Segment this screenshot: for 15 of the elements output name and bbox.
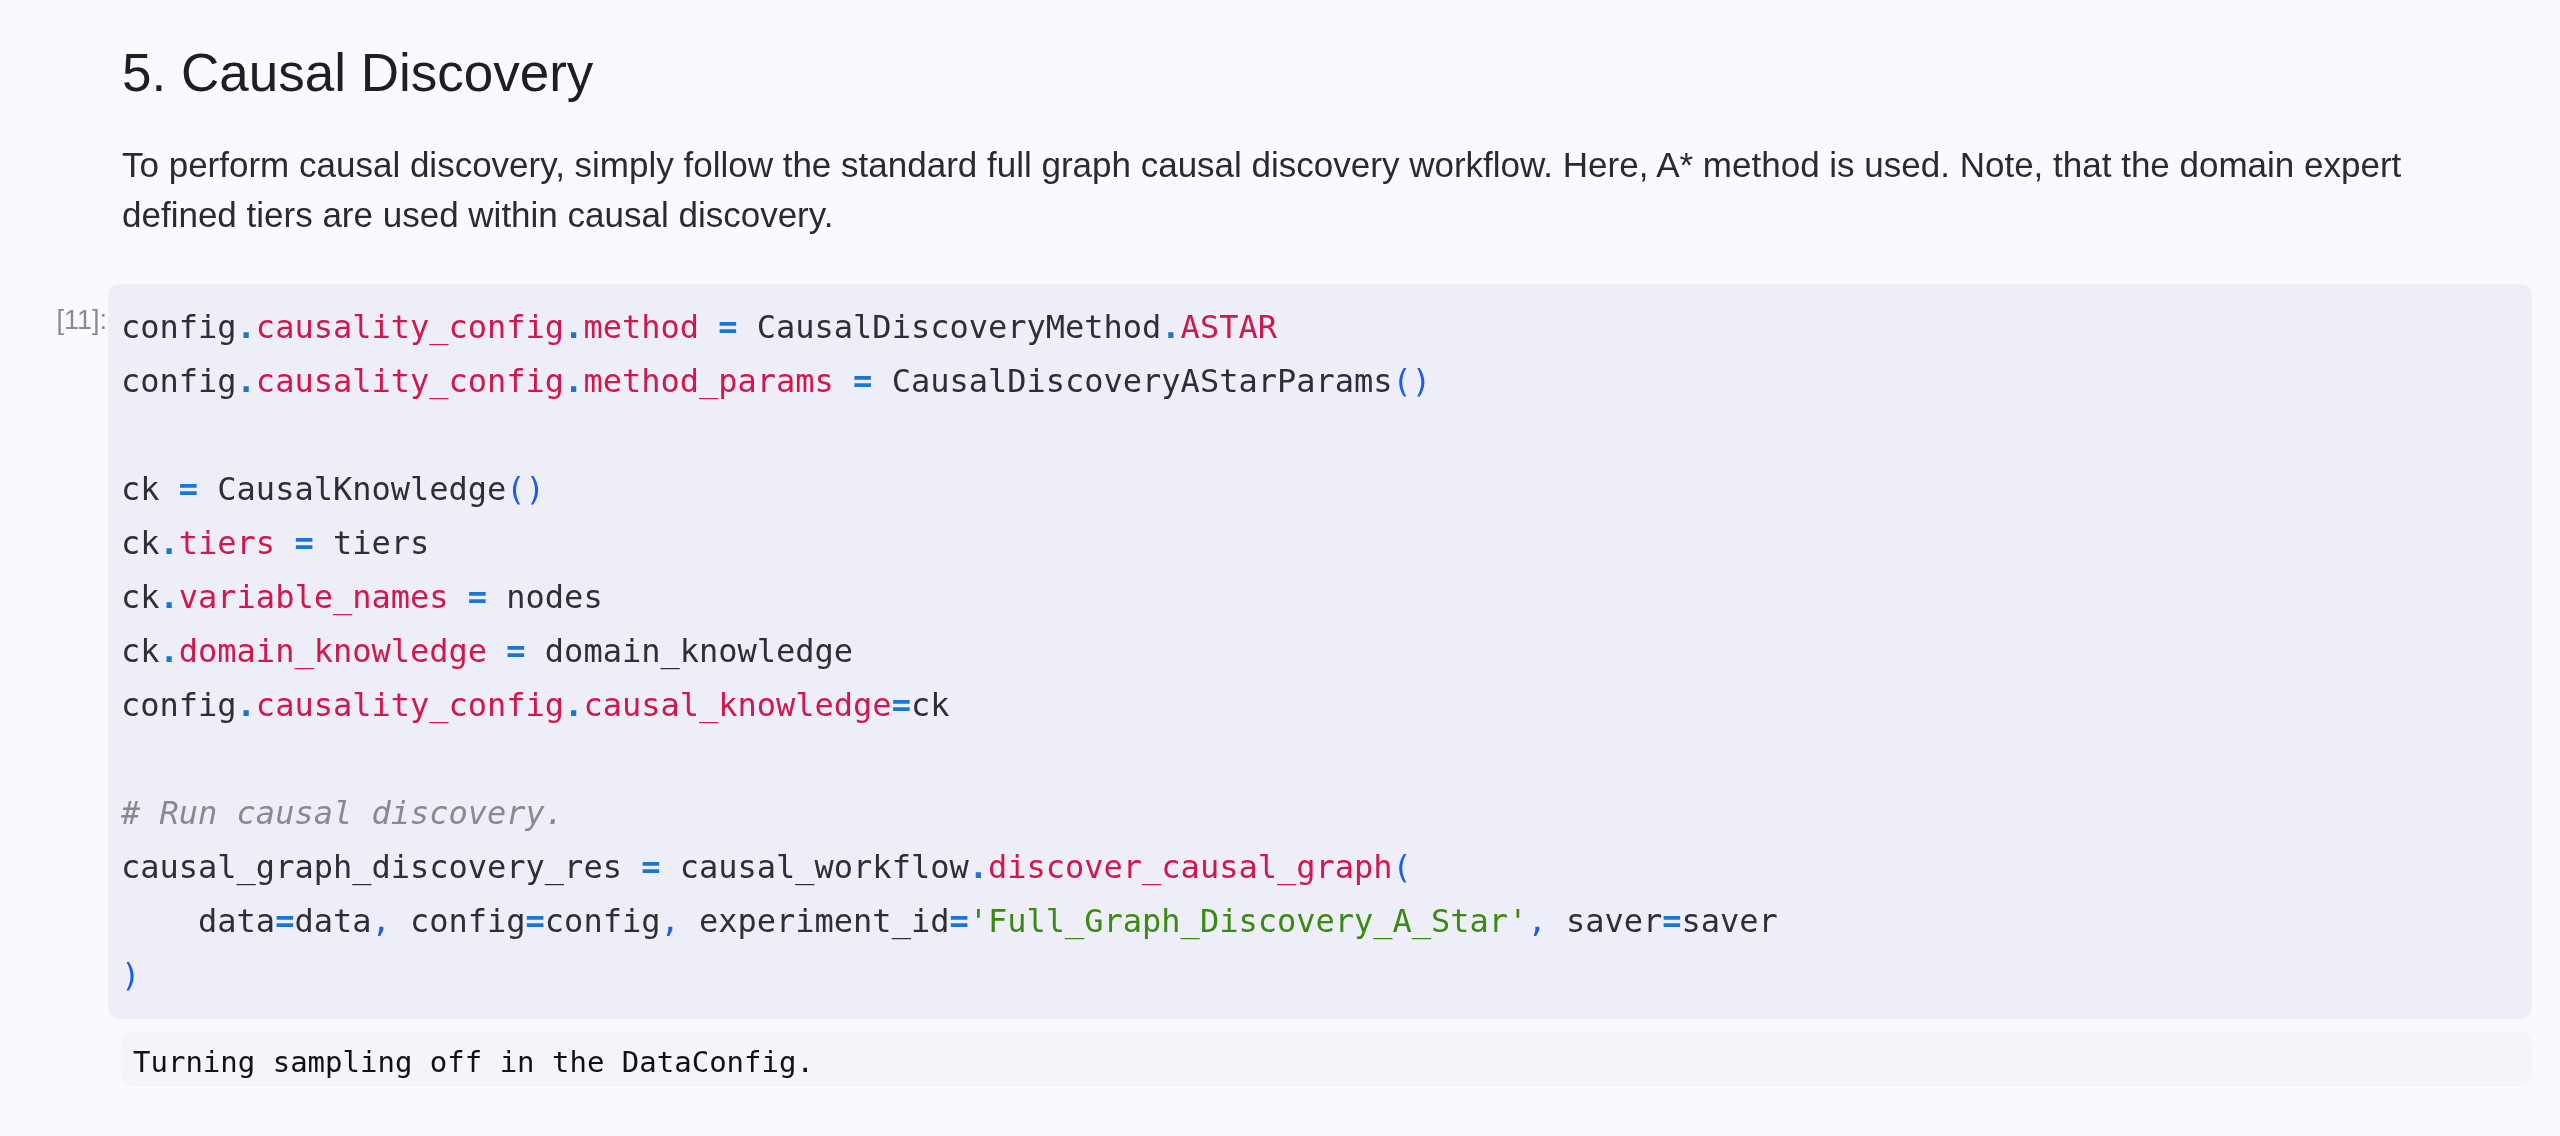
code-line: ) [121,955,141,996]
code-line: ck.domain_knowledge = domain_knowledge [121,631,854,672]
execution-count: [11]: [56,304,108,337]
code-line: config.causality_config.method = CausalDiscoveryMethod.ASTAR [121,307,1277,348]
code-line: data=data, config=config, experiment_id='Full_Graph_Discovery_A_Star', saver=saver [197,901,1778,942]
code-line: ck.tiers = tiers [121,523,430,564]
code-line: config.causality_config.causal_knowledge=ck [121,685,950,726]
code-line: ck = CausalKnowledge() [121,469,545,510]
code-line: config.causality_config.method_params = CausalDiscoveryAStarParams() [121,361,1432,402]
code-line: # Run causal discovery. [121,793,565,834]
paragraph-text: To perform causal discovery, simply follow the standard full graph causal discovery workflow. Here, A* method is used. Note, that the domain expert defined tiers are used within causal discovery. [122,144,2403,236]
code-line: causal_graph_discovery_res = causal_workflow.discover_causal_graph( [121,847,1412,888]
code-line: ck.variable_names = nodes [121,577,603,618]
section-heading: 5. Causal Discovery [122,42,594,104]
output-text: Turning sampling off in the DataConfig. [133,1044,814,1081]
